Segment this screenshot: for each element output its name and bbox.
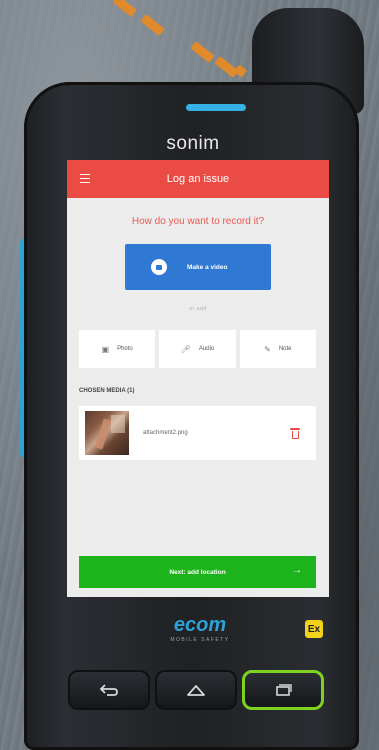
hardware-back-button[interactable]: [68, 670, 150, 710]
photo-label: Photo: [117, 346, 133, 352]
hardware-home-button[interactable]: [155, 670, 237, 710]
chosen-media-heading: CHOSEN MEDIA (1): [79, 388, 135, 394]
audio-button[interactable]: 🎤︎ Audio: [159, 330, 236, 368]
ex-certification-badge: Ex: [305, 620, 323, 638]
make-video-button[interactable]: Make a video: [125, 244, 271, 290]
photo-button[interactable]: ▣ Photo: [79, 330, 156, 368]
make-video-label: Make a video: [187, 263, 228, 271]
list-item[interactable]: attachment2.png: [79, 406, 316, 460]
attachment-filename: attachment2.png: [143, 430, 188, 436]
hardware-recent-apps-button[interactable]: [242, 670, 324, 710]
decorative-dash: [233, 64, 248, 78]
next-add-location-button[interactable]: Next: add location →: [79, 556, 316, 588]
recent-apps-icon: [276, 684, 292, 696]
camera-icon: ▣: [101, 344, 110, 354]
ecom-logo: ecom: [173, 614, 227, 636]
arrow-right-icon: →: [292, 565, 302, 576]
hamburger-icon[interactable]: [80, 174, 90, 183]
media-options: ▣ Photo 🎤︎ Audio ✎ Note: [79, 330, 316, 368]
trash-icon[interactable]: [290, 427, 300, 439]
note-label: Note: [278, 346, 292, 352]
app-header: Log an issue: [67, 160, 329, 198]
app-screen: Log an issue How do you want to record i…: [67, 160, 329, 597]
video-icon: [151, 259, 167, 275]
decorative-dash: [140, 14, 165, 36]
or-add-divider: or add: [189, 306, 207, 312]
attachment-thumbnail[interactable]: [85, 411, 129, 455]
earpiece-speaker: [186, 104, 246, 111]
decorative-dash: [112, 0, 137, 17]
home-icon: [187, 685, 205, 696]
phone-brand-logo: sonim: [166, 133, 220, 154]
next-button-label: Next: add location: [169, 568, 226, 576]
note-button[interactable]: ✎ Note: [239, 330, 316, 368]
decorative-dash: [190, 41, 215, 63]
page-title: Log an issue: [166, 173, 230, 185]
microphone-icon: 🎤︎: [180, 344, 191, 354]
pencil-icon: ✎: [264, 344, 271, 354]
ecom-tagline: MOBILE SAFETY: [170, 637, 230, 643]
decorative-dash: [214, 56, 239, 78]
record-prompt: How do you want to record it?: [131, 216, 265, 227]
audio-label: Audio: [198, 346, 215, 352]
back-icon: [99, 684, 118, 696]
